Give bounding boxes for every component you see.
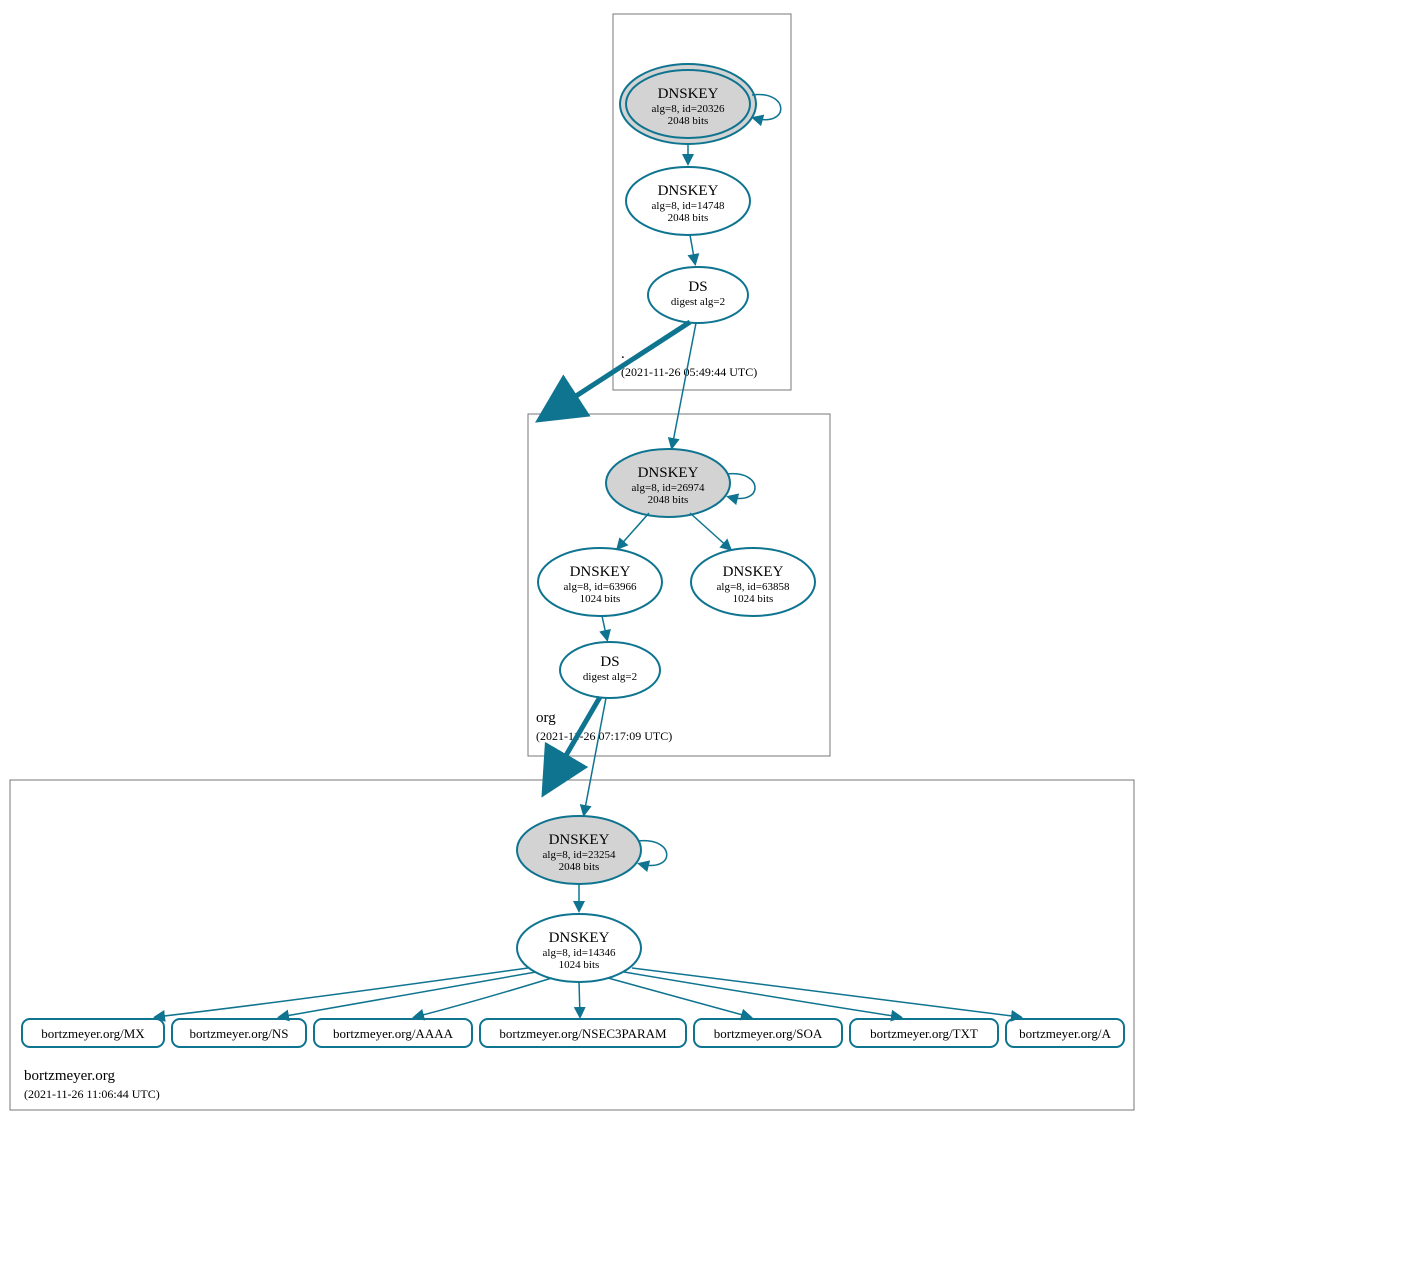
svg-text:alg=8, id=23254: alg=8, id=23254	[543, 849, 616, 861]
svg-text:digest alg=2: digest alg=2	[583, 671, 637, 683]
zone-org: org (2021-11-26 07:17:09 UTC) DNSKEY alg…	[528, 414, 830, 756]
svg-text:DNSKEY: DNSKEY	[658, 183, 719, 199]
svg-text:1024 bits: 1024 bits	[559, 959, 600, 971]
record-a: bortzmeyer.org/A	[1006, 1019, 1124, 1047]
record-txt: bortzmeyer.org/TXT	[850, 1019, 998, 1047]
org-ds: DS digest alg=2	[560, 642, 660, 698]
svg-text:bortzmeyer.org/MX: bortzmeyer.org/MX	[41, 1026, 145, 1041]
org-zsk2: DNSKEY alg=8, id=63858 1024 bits	[691, 548, 815, 616]
svg-text:2048 bits: 2048 bits	[559, 861, 600, 873]
dnssec-diagram: . (2021-11-26 05:49:44 UTC) DNSKEY alg=8…	[0, 0, 1404, 1278]
root-zsk: DNSKEY alg=8, id=14748 2048 bits	[626, 167, 750, 235]
root-ds: DS digest alg=2	[648, 267, 748, 323]
svg-text:bortzmeyer.org/A: bortzmeyer.org/A	[1019, 1026, 1111, 1041]
domain-ksk: DNSKEY alg=8, id=23254 2048 bits	[517, 816, 641, 884]
svg-text:1024 bits: 1024 bits	[733, 593, 774, 605]
svg-text:digest alg=2: digest alg=2	[671, 296, 725, 308]
record-aaaa: bortzmeyer.org/AAAA	[314, 1019, 472, 1047]
zone-root-date: (2021-11-26 05:49:44 UTC)	[621, 365, 757, 379]
svg-text:alg=8, id=14748: alg=8, id=14748	[652, 200, 725, 212]
svg-text:DS: DS	[600, 654, 619, 670]
svg-text:alg=8, id=63858: alg=8, id=63858	[717, 581, 790, 593]
svg-text:alg=8, id=26974: alg=8, id=26974	[632, 482, 705, 494]
svg-text:alg=8, id=14346: alg=8, id=14346	[543, 947, 616, 959]
zone-domain-name: bortzmeyer.org	[24, 1068, 115, 1084]
svg-text:DS: DS	[688, 279, 707, 295]
svg-text:DNSKEY: DNSKEY	[570, 564, 631, 580]
svg-text:bortzmeyer.org/NSEC3PARAM: bortzmeyer.org/NSEC3PARAM	[499, 1026, 667, 1041]
svg-text:1024 bits: 1024 bits	[580, 593, 621, 605]
svg-text:alg=8, id=20326: alg=8, id=20326	[652, 103, 725, 115]
svg-text:bortzmeyer.org/NS: bortzmeyer.org/NS	[189, 1026, 288, 1041]
zone-domain-date: (2021-11-26 11:06:44 UTC)	[24, 1087, 160, 1101]
zone-root: . (2021-11-26 05:49:44 UTC) DNSKEY alg=8…	[613, 14, 791, 390]
svg-text:DNSKEY: DNSKEY	[638, 465, 699, 481]
svg-text:bortzmeyer.org/SOA: bortzmeyer.org/SOA	[714, 1026, 823, 1041]
svg-text:alg=8, id=63966: alg=8, id=63966	[564, 581, 637, 593]
svg-text:DNSKEY: DNSKEY	[658, 86, 719, 102]
svg-text:2048 bits: 2048 bits	[668, 115, 709, 127]
svg-text:2048 bits: 2048 bits	[668, 212, 709, 224]
org-zsk1: DNSKEY alg=8, id=63966 1024 bits	[538, 548, 662, 616]
org-ksk: DNSKEY alg=8, id=26974 2048 bits	[606, 449, 730, 517]
zone-root-name: .	[621, 346, 625, 362]
zone-domain: bortzmeyer.org (2021-11-26 11:06:44 UTC)…	[10, 780, 1134, 1110]
record-mx: bortzmeyer.org/MX	[22, 1019, 164, 1047]
svg-text:DNSKEY: DNSKEY	[549, 930, 610, 946]
record-ns: bortzmeyer.org/NS	[172, 1019, 306, 1047]
record-nsec3param: bortzmeyer.org/NSEC3PARAM	[480, 1019, 686, 1047]
zone-org-name: org	[536, 710, 556, 726]
record-soa: bortzmeyer.org/SOA	[694, 1019, 842, 1047]
zone-org-date: (2021-11-26 07:17:09 UTC)	[536, 729, 672, 743]
svg-text:DNSKEY: DNSKEY	[549, 832, 610, 848]
svg-text:bortzmeyer.org/TXT: bortzmeyer.org/TXT	[870, 1026, 978, 1041]
svg-text:2048 bits: 2048 bits	[648, 494, 689, 506]
root-ksk: DNSKEY alg=8, id=20326 2048 bits	[620, 64, 756, 144]
svg-text:DNSKEY: DNSKEY	[723, 564, 784, 580]
svg-text:bortzmeyer.org/AAAA: bortzmeyer.org/AAAA	[333, 1026, 454, 1041]
